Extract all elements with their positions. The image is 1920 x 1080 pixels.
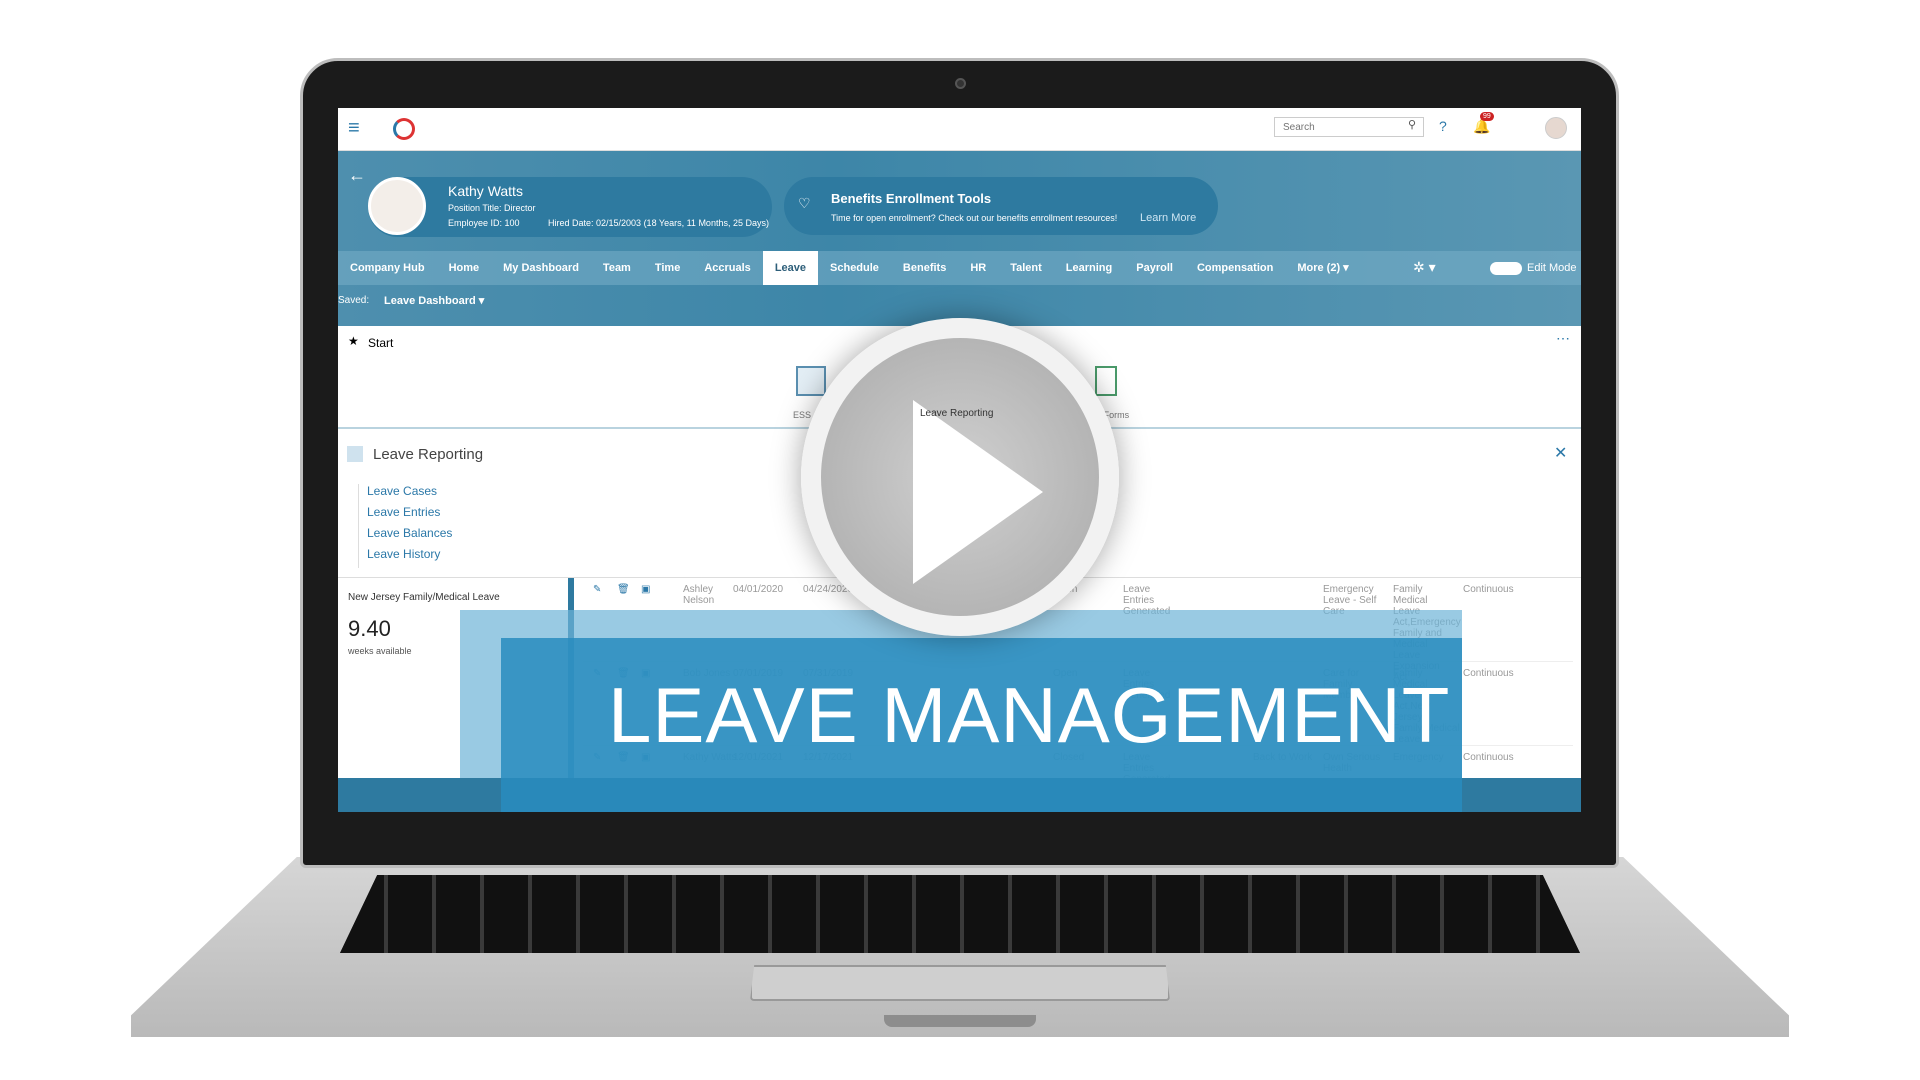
tile-ess-icon[interactable] — [796, 366, 826, 396]
benefits-title: Benefits Enrollment Tools — [831, 191, 992, 206]
nav-item[interactable]: Home — [437, 251, 492, 285]
tile-dol-forms-icon[interactable] — [1095, 366, 1117, 396]
gear-icon[interactable]: ✲ ▾ — [1413, 259, 1436, 276]
benefits-text: Time for open enrollment? Check out our … — [831, 213, 1118, 223]
nav-item[interactable]: Time — [643, 251, 692, 285]
video-title: LEAVE MANAGEMENT — [608, 671, 1451, 759]
keyboard — [340, 875, 1580, 953]
link-leave-history[interactable]: Leave History — [367, 547, 452, 561]
help-icon[interactable]: ? — [1439, 118, 1447, 134]
employee-id: Employee ID: 100 — [448, 218, 520, 228]
nav-item[interactable]: More (2) ▾ — [1285, 251, 1360, 285]
balance-unit: weeks available — [348, 646, 412, 656]
nav-item[interactable]: HR — [958, 251, 998, 285]
webcam — [955, 78, 966, 89]
leave-reporting-title: Leave Reporting — [373, 446, 484, 463]
profile-name: Kathy Watts — [448, 183, 523, 199]
nav-item[interactable]: Talent — [998, 251, 1054, 285]
balance-title: New Jersey Family/Medical Leave — [348, 592, 500, 603]
nav-item[interactable]: Accruals — [692, 251, 762, 285]
nav-item[interactable]: Learning — [1054, 251, 1124, 285]
profile-card: Kathy Watts Position Title: Director Emp… — [368, 177, 772, 237]
logo[interactable] — [393, 118, 415, 140]
close-icon[interactable]: ✕ — [1554, 443, 1567, 463]
report-icon — [347, 446, 363, 462]
saved-label: Saved: — [338, 295, 370, 306]
nav-item[interactable]: Company Hub — [338, 251, 437, 285]
play-button[interactable] — [801, 318, 1119, 636]
trackpad — [750, 965, 1170, 1001]
edit-mode-toggle[interactable] — [1490, 262, 1522, 275]
search-icon[interactable]: ⚲ — [1408, 118, 1416, 131]
benefits-card[interactable]: ♡ Benefits Enrollment Tools Time for ope… — [784, 177, 1218, 235]
table-cell: Continuous — [1463, 668, 1514, 679]
edit-icon[interactable]: ✎ — [593, 584, 601, 595]
nav-item[interactable]: Schedule — [818, 251, 891, 285]
play-icon — [913, 400, 1043, 584]
avatar[interactable] — [1545, 117, 1567, 139]
learn-more-link[interactable]: Learn More — [1140, 212, 1196, 224]
back-arrow-icon[interactable]: ← — [348, 165, 366, 186]
top-bar: ≡ ⚲ ? 🔔 99 — [338, 108, 1581, 151]
table-cell: Continuous — [1463, 752, 1514, 763]
menu-icon[interactable]: ≡ — [348, 117, 360, 140]
laptop-notch — [884, 1015, 1036, 1027]
start-title: Start — [368, 336, 394, 350]
nav-item[interactable]: Benefits — [891, 251, 958, 285]
star-icon: ★ — [348, 334, 359, 348]
link-leave-cases[interactable]: Leave Cases — [367, 484, 452, 498]
tile-leave-reporting-label[interactable]: Leave Reporting — [920, 408, 993, 419]
hired-date: Hired Date: 02/15/2003 (18 Years, 11 Mon… — [548, 218, 769, 228]
report-links: Leave Cases Leave Entries Leave Balances… — [358, 484, 452, 568]
nav-item[interactable]: Compensation — [1185, 251, 1285, 285]
heart-icon: ♡ — [798, 195, 811, 211]
table-cell: Continuous — [1463, 584, 1514, 595]
delete-icon[interactable]: 🗑 — [617, 584, 630, 595]
main-nav: Company Hub Home My Dashboard Team Time Accru… — [338, 251, 1581, 285]
profile-photo — [368, 177, 426, 235]
balance-value: 9.40 — [348, 616, 391, 641]
link-leave-entries[interactable]: Leave Entries — [367, 505, 452, 519]
nav-item[interactable]: Leave — [762, 251, 819, 285]
view-icon[interactable]: ▣ — [641, 584, 650, 595]
position-title: Position Title: Director — [448, 203, 536, 213]
saved-dashboard-select[interactable]: Leave Dashboard ▾ — [384, 294, 484, 307]
table-cell: 04/01/2020 — [733, 584, 784, 595]
more-options-icon[interactable]: ⋯ — [1556, 330, 1570, 347]
nav-item[interactable]: Payroll — [1124, 251, 1185, 285]
link-leave-balances[interactable]: Leave Balances — [367, 526, 452, 540]
tile-ess-label[interactable]: ESS — [793, 410, 811, 420]
search-input[interactable] — [1274, 117, 1424, 137]
nav-item[interactable]: My Dashboard — [491, 251, 591, 285]
notification-badge: 99 — [1480, 112, 1494, 121]
nav-item[interactable]: Team — [591, 251, 643, 285]
edit-mode-label: Edit Mode — [1527, 262, 1577, 274]
header-banner: ← Kathy Watts Position Title: Director E… — [338, 151, 1581, 326]
